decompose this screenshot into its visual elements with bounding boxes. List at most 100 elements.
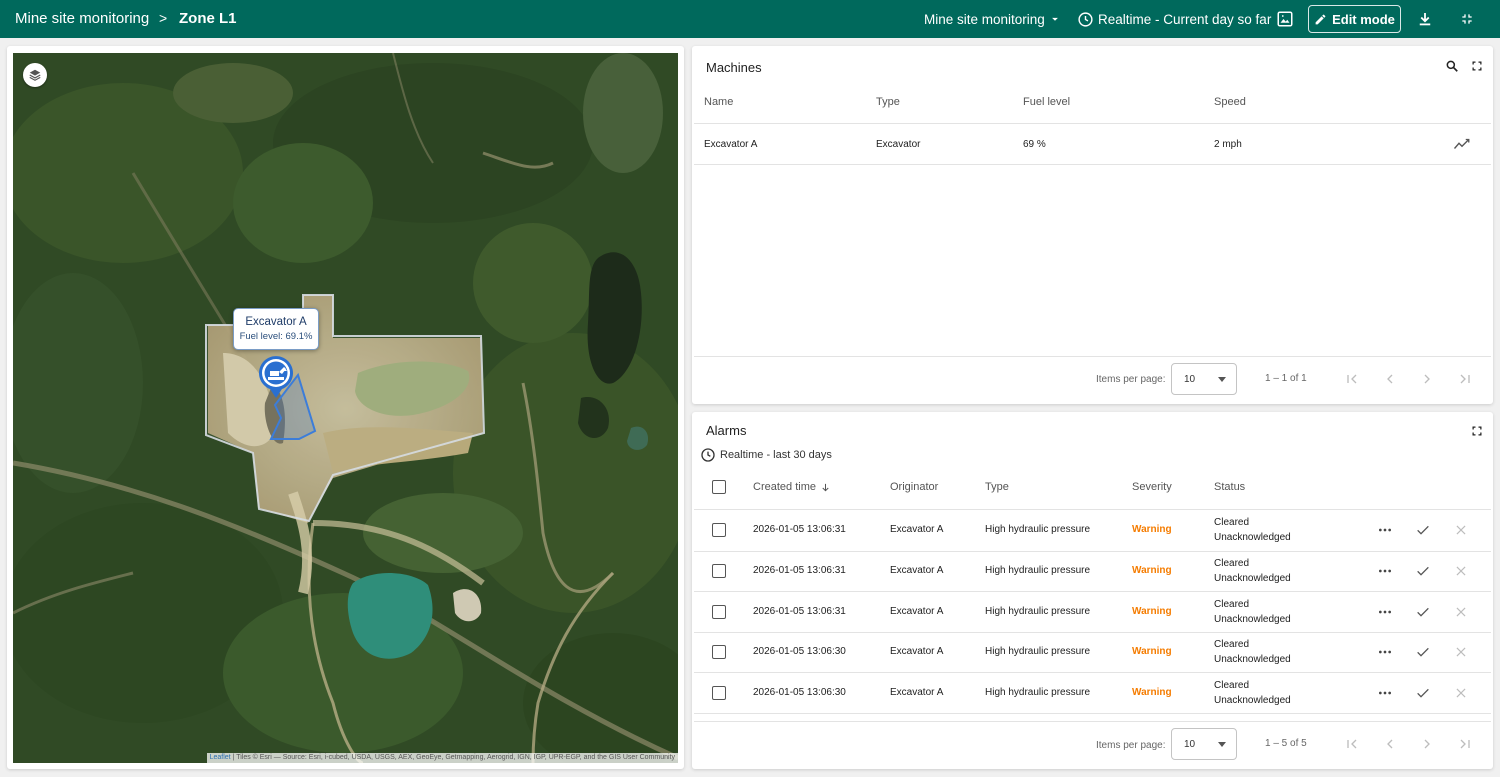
page-size-select[interactable]: 10 — [1171, 728, 1237, 760]
alarm-severity-cell: Warning — [1132, 605, 1172, 617]
next-page-icon[interactable] — [1419, 371, 1435, 387]
breadcrumb-root[interactable]: Mine site monitoring — [15, 10, 149, 27]
alarm-created-cell: 2026-01-05 13:06:31 — [753, 605, 846, 617]
alarm-row-checkbox[interactable] — [712, 523, 726, 538]
timewindow-button[interactable]: Realtime - Current day so far — [1077, 0, 1271, 38]
alarm-status-cell: Cleared Unacknowledged — [1214, 597, 1291, 627]
alarm-details-button[interactable] — [1376, 521, 1394, 539]
dashboard-selector[interactable]: Mine site monitoring — [924, 0, 1062, 38]
excavator-pin-icon — [259, 356, 293, 398]
alarm-details-button[interactable] — [1376, 562, 1394, 580]
alarms-timewindow[interactable]: Realtime - last 30 days — [700, 447, 832, 463]
alarm-details-button[interactable] — [1376, 603, 1394, 621]
acknowledge-button[interactable] — [1414, 562, 1432, 580]
alarm-row-checkbox[interactable] — [712, 685, 726, 700]
alarm-created-cell: 2026-01-05 13:06:31 — [753, 524, 846, 536]
col-header-severity[interactable]: Severity — [1132, 481, 1172, 493]
trending-chart-icon — [1453, 138, 1470, 149]
page-size-select[interactable]: 10 — [1171, 363, 1237, 395]
col-header-speed[interactable]: Speed — [1214, 96, 1246, 108]
download-button[interactable] — [1415, 9, 1435, 29]
alarm-status-cell: Cleared Unacknowledged — [1214, 678, 1291, 708]
machine-name-cell: Excavator A — [704, 139, 758, 150]
clear-alarm-button[interactable] — [1452, 562, 1470, 580]
check-icon — [1417, 647, 1429, 657]
more-horiz-icon — [1379, 610, 1391, 613]
clear-alarm-button[interactable] — [1452, 643, 1470, 661]
row-divider — [694, 591, 1491, 593]
previous-page-icon[interactable] — [1382, 371, 1398, 387]
next-page-icon[interactable] — [1419, 736, 1435, 752]
more-horiz-icon — [1379, 528, 1391, 532]
timeseries-chart-button[interactable] — [1452, 134, 1472, 154]
acknowledge-button[interactable] — [1414, 684, 1432, 702]
select-all-checkbox[interactable] — [712, 480, 726, 494]
col-header-fuel-level[interactable]: Fuel level — [1023, 96, 1070, 108]
col-header-originator[interactable]: Originator — [890, 481, 938, 493]
acknowledge-button[interactable] — [1414, 643, 1432, 661]
dashboard-image-button[interactable] — [1275, 9, 1295, 29]
check-icon — [1417, 566, 1429, 576]
row-divider — [694, 713, 1491, 714]
alarm-status-cleared: Cleared — [1214, 517, 1250, 529]
satellite-map[interactable]: Excavator A Fuel level: 69.1% Leaflet | … — [13, 53, 678, 763]
alarms-title: Alarms — [706, 423, 747, 438]
tooltip-machine-name: Excavator A — [245, 316, 307, 328]
download-icon — [1419, 13, 1431, 26]
alarm-row-checkbox[interactable] — [712, 604, 726, 619]
machines-search-button[interactable] — [1444, 58, 1460, 74]
alarm-status-ack: Unacknowledged — [1214, 532, 1291, 544]
col-header-status[interactable]: Status — [1214, 481, 1245, 493]
more-horiz-icon — [1379, 691, 1391, 695]
alarms-fullscreen-button[interactable] — [1469, 423, 1485, 439]
previous-page-icon[interactable] — [1382, 736, 1398, 752]
map-widget: Excavator A Fuel level: 69.1% Leaflet | … — [7, 46, 684, 769]
sort-arrow-down-icon — [822, 483, 829, 491]
machines-fullscreen-button[interactable] — [1469, 58, 1485, 74]
alarm-row-checkbox[interactable] — [712, 563, 726, 578]
arrow-drop-down-icon — [1051, 17, 1058, 21]
image-frame-icon — [1277, 11, 1293, 27]
top-toolbar: Mine site monitoring > Zone L1 Mine site… — [0, 0, 1500, 38]
leaflet-link[interactable]: Leaflet — [210, 754, 231, 761]
acknowledge-button[interactable] — [1414, 603, 1432, 621]
arrow-drop-down-icon — [1218, 377, 1226, 382]
marker-tooltip: Excavator A Fuel level: 69.1% — [233, 308, 319, 350]
alarm-status-cell: Cleared Unacknowledged — [1214, 515, 1291, 545]
alarm-status-ack: Unacknowledged — [1214, 572, 1291, 584]
last-page-icon[interactable] — [1457, 371, 1473, 387]
alarm-details-button[interactable] — [1376, 684, 1394, 702]
col-header-name[interactable]: Name — [704, 96, 733, 108]
last-page-icon[interactable] — [1457, 736, 1473, 752]
excavator-map-marker[interactable] — [257, 355, 295, 399]
alarm-severity-cell: Warning — [1132, 564, 1172, 576]
exit-fullscreen-button[interactable] — [1457, 9, 1477, 29]
alarm-status-cell: Cleared Unacknowledged — [1214, 637, 1291, 667]
row-divider — [694, 672, 1491, 674]
clear-alarm-button[interactable] — [1452, 603, 1470, 621]
clear-alarm-button[interactable] — [1452, 684, 1470, 702]
col-header-type[interactable]: Type — [985, 481, 1009, 493]
alarm-row-checkbox[interactable] — [712, 645, 726, 660]
first-page-icon[interactable] — [1344, 371, 1360, 387]
satellite-imagery — [13, 53, 678, 763]
first-page-icon[interactable] — [1344, 736, 1360, 752]
col-header-type[interactable]: Type — [876, 96, 900, 108]
acknowledge-button[interactable] — [1414, 521, 1432, 539]
layers-button[interactable] — [23, 63, 47, 87]
col-header-created-time[interactable]: Created time — [753, 481, 831, 493]
alarm-originator-cell: Excavator A — [890, 686, 944, 698]
page-size-value: 10 — [1184, 374, 1196, 385]
more-horiz-icon — [1379, 650, 1391, 654]
edit-mode-button[interactable]: Edit mode — [1308, 5, 1401, 33]
fullscreen-icon — [1472, 61, 1482, 71]
alarm-originator-cell: Excavator A — [890, 524, 944, 536]
search-icon — [1446, 60, 1458, 72]
machine-type-cell: Excavator — [876, 139, 921, 150]
breadcrumb-separator: > — [159, 10, 168, 26]
machine-fuel-cell: 69 % — [1023, 139, 1046, 150]
alarm-status-cleared: Cleared — [1214, 598, 1250, 610]
clock-icon — [701, 448, 715, 462]
alarm-details-button[interactable] — [1376, 643, 1394, 661]
clear-alarm-button[interactable] — [1452, 521, 1470, 539]
